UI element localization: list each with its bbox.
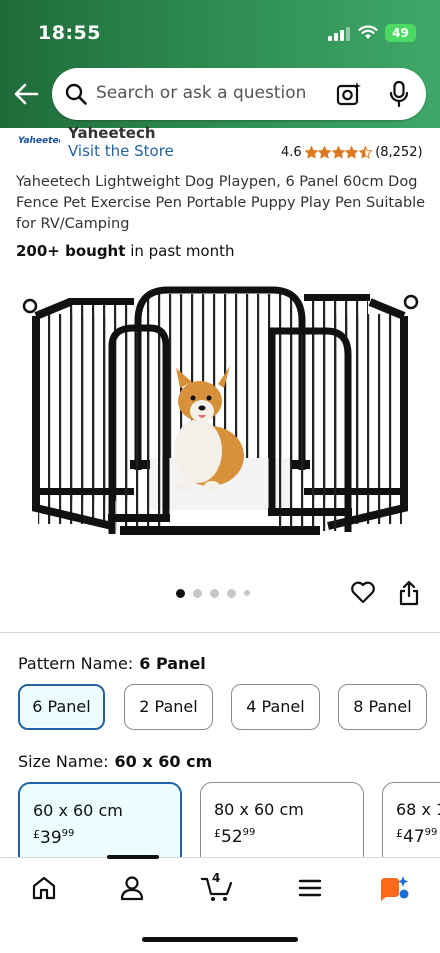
battery-indicator: 49	[385, 24, 416, 42]
pen-panel-front-right	[268, 327, 352, 532]
price-currency: £	[33, 828, 40, 841]
size-option-60x60[interactable]: 60 x 60 cm £3999	[18, 782, 182, 862]
price-whole: 47	[403, 827, 425, 847]
visit-store-link[interactable]: Visit the Store	[68, 142, 174, 160]
size-options: 60 x 60 cm £3999 80 x 60 cm £5299 68 x 1…	[18, 782, 440, 862]
nav-active-indicator	[107, 855, 159, 859]
carousel-dot[interactable]	[193, 588, 202, 598]
rufus-assistant-icon[interactable]	[378, 874, 410, 902]
pattern-options: 6 Panel 2 Panel 4 Panel 8 Panel	[18, 684, 440, 732]
rating-summary[interactable]: 4.6 (8,252)	[281, 143, 423, 161]
signal-icon	[328, 27, 350, 41]
size-option-price: £5299	[214, 827, 255, 847]
pen-base-rail	[120, 526, 320, 535]
microphone-icon[interactable]	[388, 80, 410, 108]
search-icon	[65, 83, 87, 105]
carousel-dot[interactable]	[244, 590, 250, 596]
brand-name-text: Yaheetech	[68, 124, 156, 138]
app-header: 18:55 49 Search or ask a question	[0, 0, 440, 128]
pattern-option-2-panel[interactable]: 2 Panel	[124, 684, 213, 730]
rating-value: 4.6	[281, 144, 302, 160]
size-name-label: Size Name: 60 x 60 cm	[18, 752, 212, 771]
price-whole: 52	[221, 827, 243, 847]
purchase-count: 200+ bought in past month	[16, 242, 235, 260]
star-icon	[358, 145, 372, 159]
pattern-selected: 6 Panel	[139, 654, 206, 673]
size-option-name: 68 x 1	[396, 800, 440, 819]
camera-lens-icon[interactable]	[336, 81, 362, 107]
size-option-68x[interactable]: 68 x 1 £4799	[382, 782, 440, 862]
size-label-text: Size Name:	[18, 752, 109, 771]
product-image[interactable]	[0, 276, 440, 568]
pattern-option-4-panel[interactable]: 4 Panel	[231, 684, 320, 730]
account-icon[interactable]	[118, 874, 146, 902]
product-title: Yaheetech Lightweight Dog Playpen, 6 Pan…	[16, 174, 426, 232]
menu-icon[interactable]	[296, 874, 324, 902]
bought-count: 200+ bought	[16, 242, 126, 260]
search-input[interactable]: Search or ask a question	[96, 83, 306, 103]
size-option-price: £4799	[396, 827, 437, 847]
home-indicator	[142, 937, 298, 942]
battery-level: 49	[392, 26, 409, 40]
price-fraction: 99	[242, 827, 256, 838]
price-fraction: 99	[424, 827, 438, 838]
cart-button[interactable]: 4	[200, 871, 234, 902]
size-selected: 60 x 60 cm	[114, 752, 213, 771]
price-fraction: 99	[61, 828, 75, 839]
status-time: 18:55	[38, 22, 101, 44]
size-option-name: 80 x 60 cm	[214, 800, 304, 819]
size-option-name: 60 x 60 cm	[33, 801, 123, 820]
pattern-option-8-panel[interactable]: 8 Panel	[338, 684, 427, 730]
share-icon[interactable]	[398, 580, 420, 606]
carousel-dot[interactable]	[176, 588, 185, 598]
star-icon	[304, 145, 318, 159]
brand-name: Yaheetech	[68, 118, 156, 138]
price-whole: 39	[40, 828, 62, 848]
home-icon[interactable]	[30, 874, 58, 902]
section-divider	[0, 632, 440, 633]
pattern-name-label: Pattern Name: 6 Panel	[18, 654, 206, 673]
pen-panel-left	[22, 298, 114, 530]
pattern-option-6-panel[interactable]: 6 Panel	[18, 684, 105, 730]
price-currency: £	[214, 827, 221, 840]
cart-count: 4	[212, 871, 221, 885]
pattern-label-text: Pattern Name:	[18, 654, 134, 673]
status-bar: 18:55 49	[0, 0, 440, 68]
brand-logo[interactable]: Yaheetech	[14, 128, 60, 160]
pen-panel-front-left	[108, 324, 170, 534]
brand-logo-text: Yaheetech	[18, 136, 60, 146]
wifi-icon	[358, 25, 378, 39]
size-option-price: £3999	[33, 828, 74, 848]
price-currency: £	[396, 827, 403, 840]
back-arrow-icon[interactable]	[12, 80, 40, 108]
star-icon	[331, 145, 345, 159]
bought-suffix: in past month	[130, 242, 235, 260]
size-option-80x60[interactable]: 80 x 60 cm £5299	[200, 782, 364, 862]
image-carousel-dots[interactable]	[176, 587, 258, 599]
carousel-dot[interactable]	[227, 588, 236, 598]
carousel-dot[interactable]	[210, 588, 219, 598]
star-icon	[318, 145, 332, 159]
search-bar[interactable]: Search or ask a question	[52, 68, 426, 120]
star-rating	[304, 145, 373, 159]
star-icon	[345, 145, 359, 159]
rating-count[interactable]: (8,252)	[375, 145, 422, 160]
heart-icon[interactable]	[350, 580, 376, 604]
